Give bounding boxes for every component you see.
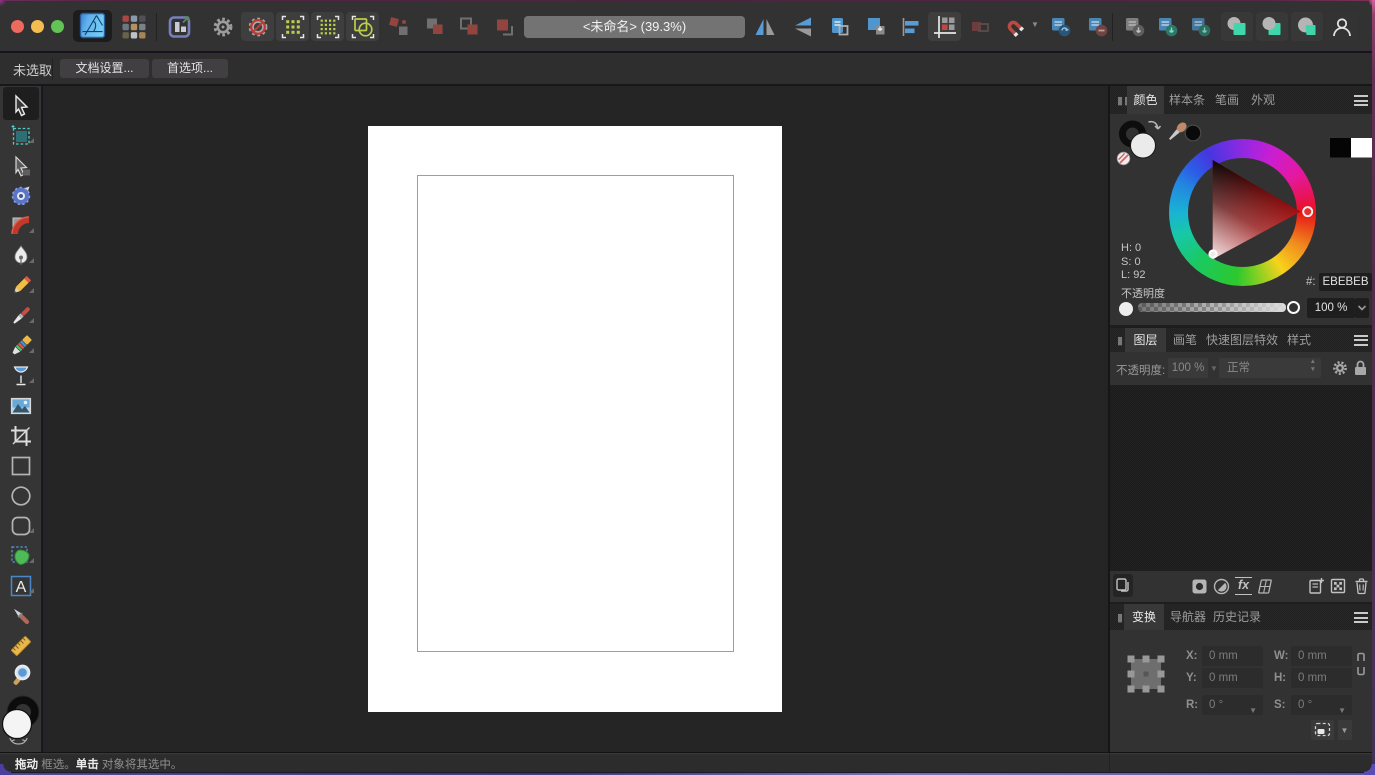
svg-text:A: A xyxy=(16,579,27,596)
